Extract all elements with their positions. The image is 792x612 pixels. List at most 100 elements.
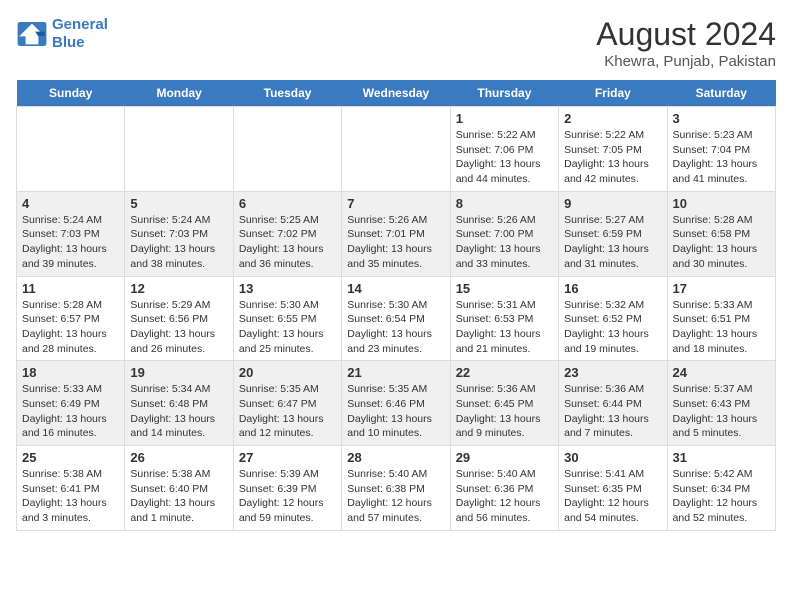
day-number: 30 <box>564 450 661 465</box>
day-info: Sunrise: 5:40 AM Sunset: 6:38 PM Dayligh… <box>347 467 444 526</box>
calendar-week-row: 1 Sunrise: 5:22 AM Sunset: 7:06 PM Daylig… <box>17 107 776 192</box>
day-info: Sunrise: 5:28 AM Sunset: 6:57 PM Dayligh… <box>22 298 119 357</box>
calendar-cell: 5 Sunrise: 5:24 AM Sunset: 7:03 PM Daylig… <box>125 191 233 276</box>
logo: General Blue <box>16 16 108 52</box>
calendar-cell: 27 Sunrise: 5:39 AM Sunset: 6:39 PM Dayli… <box>233 446 341 531</box>
day-info: Sunrise: 5:22 AM Sunset: 7:06 PM Dayligh… <box>456 128 553 187</box>
calendar-cell: 30Sunrise: 5:41 AM Sunset: 6:35 PM Dayli… <box>559 446 667 531</box>
logo-line2: Blue <box>52 34 108 52</box>
day-number: 9 <box>564 196 661 211</box>
day-info: Sunrise: 5:35 AM Sunset: 6:47 PM Dayligh… <box>239 382 336 441</box>
day-info: Sunrise: 5:26 AM Sunset: 7:00 PM Dayligh… <box>456 213 553 272</box>
day-number: 5 <box>130 196 227 211</box>
calendar-cell: 23 Sunrise: 5:36 AM Sunset: 6:44 PM Dayli… <box>559 361 667 446</box>
calendar-cell: 21Sunrise: 5:35 AM Sunset: 6:46 PM Dayli… <box>342 361 450 446</box>
calendar-cell: 24Sunrise: 5:37 AM Sunset: 6:43 PM Dayli… <box>667 361 775 446</box>
day-number: 27 <box>239 450 336 465</box>
day-info: Sunrise: 5:39 AM Sunset: 6:39 PM Dayligh… <box>239 467 336 526</box>
day-number: 26 <box>130 450 227 465</box>
day-info: Sunrise: 5:38 AM Sunset: 6:41 PM Dayligh… <box>22 467 119 526</box>
col-sunday: Sunday <box>17 80 125 107</box>
day-info: Sunrise: 5:24 AM Sunset: 7:03 PM Dayligh… <box>130 213 227 272</box>
day-info: Sunrise: 5:25 AM Sunset: 7:02 PM Dayligh… <box>239 213 336 272</box>
day-info: Sunrise: 5:27 AM Sunset: 6:59 PM Dayligh… <box>564 213 661 272</box>
day-info: Sunrise: 5:32 AM Sunset: 6:52 PM Dayligh… <box>564 298 661 357</box>
calendar-cell: 13 Sunrise: 5:30 AM Sunset: 6:55 PM Dayli… <box>233 276 341 361</box>
day-number: 15 <box>456 281 553 296</box>
day-number: 4 <box>22 196 119 211</box>
calendar-cell: 17Sunrise: 5:33 AM Sunset: 6:51 PM Dayli… <box>667 276 775 361</box>
col-friday: Friday <box>559 80 667 107</box>
calendar-header-row: Sunday Monday Tuesday Wednesday Thursday… <box>17 80 776 107</box>
logo-icon <box>16 20 48 48</box>
day-number: 14 <box>347 281 444 296</box>
day-number: 22 <box>456 365 553 380</box>
day-info: Sunrise: 5:36 AM Sunset: 6:45 PM Dayligh… <box>456 382 553 441</box>
day-number: 29 <box>456 450 553 465</box>
day-info: Sunrise: 5:30 AM Sunset: 6:55 PM Dayligh… <box>239 298 336 357</box>
calendar-cell: 2Sunrise: 5:22 AM Sunset: 7:05 PM Daylig… <box>559 107 667 192</box>
day-info: Sunrise: 5:42 AM Sunset: 6:34 PM Dayligh… <box>673 467 770 526</box>
calendar-cell: 15 Sunrise: 5:31 AM Sunset: 6:53 PM Dayli… <box>450 276 558 361</box>
day-number: 25 <box>22 450 119 465</box>
calendar-cell: 16 Sunrise: 5:32 AM Sunset: 6:52 PM Dayli… <box>559 276 667 361</box>
day-number: 3 <box>673 111 770 126</box>
calendar-cell: 31 Sunrise: 5:42 AM Sunset: 6:34 PM Dayli… <box>667 446 775 531</box>
main-title: August 2024 <box>596 16 776 53</box>
day-number: 7 <box>347 196 444 211</box>
calendar-cell: 7Sunrise: 5:26 AM Sunset: 7:01 PM Daylig… <box>342 191 450 276</box>
calendar-cell: 26Sunrise: 5:38 AM Sunset: 6:40 PM Dayli… <box>125 446 233 531</box>
day-number: 10 <box>673 196 770 211</box>
day-info: Sunrise: 5:33 AM Sunset: 6:49 PM Dayligh… <box>22 382 119 441</box>
day-info: Sunrise: 5:30 AM Sunset: 6:54 PM Dayligh… <box>347 298 444 357</box>
day-number: 13 <box>239 281 336 296</box>
day-number: 8 <box>456 196 553 211</box>
calendar-week-row: 18Sunrise: 5:33 AM Sunset: 6:49 PM Dayli… <box>17 361 776 446</box>
day-number: 17 <box>673 281 770 296</box>
calendar-cell: 14 Sunrise: 5:30 AM Sunset: 6:54 PM Dayli… <box>342 276 450 361</box>
day-number: 31 <box>673 450 770 465</box>
day-number: 21 <box>347 365 444 380</box>
day-info: Sunrise: 5:24 AM Sunset: 7:03 PM Dayligh… <box>22 213 119 272</box>
calendar-cell: 8 Sunrise: 5:26 AM Sunset: 7:00 PM Daylig… <box>450 191 558 276</box>
day-number: 6 <box>239 196 336 211</box>
calendar-week-row: 25 Sunrise: 5:38 AM Sunset: 6:41 PM Dayli… <box>17 446 776 531</box>
calendar-cell: 12 Sunrise: 5:29 AM Sunset: 6:56 PM Dayli… <box>125 276 233 361</box>
calendar-cell: 3 Sunrise: 5:23 AM Sunset: 7:04 PM Daylig… <box>667 107 775 192</box>
col-saturday: Saturday <box>667 80 775 107</box>
calendar-cell: 4 Sunrise: 5:24 AM Sunset: 7:03 PM Daylig… <box>17 191 125 276</box>
day-info: Sunrise: 5:40 AM Sunset: 6:36 PM Dayligh… <box>456 467 553 526</box>
calendar-cell: 22 Sunrise: 5:36 AM Sunset: 6:45 PM Dayli… <box>450 361 558 446</box>
calendar-cell <box>233 107 341 192</box>
day-info: Sunrise: 5:22 AM Sunset: 7:05 PM Dayligh… <box>564 128 661 187</box>
calendar-week-row: 11 Sunrise: 5:28 AM Sunset: 6:57 PM Dayli… <box>17 276 776 361</box>
logo-line1: General <box>52 16 108 34</box>
calendar-cell: 10Sunrise: 5:28 AM Sunset: 6:58 PM Dayli… <box>667 191 775 276</box>
calendar-week-row: 4 Sunrise: 5:24 AM Sunset: 7:03 PM Daylig… <box>17 191 776 276</box>
day-info: Sunrise: 5:34 AM Sunset: 6:48 PM Dayligh… <box>130 382 227 441</box>
day-number: 28 <box>347 450 444 465</box>
calendar-cell <box>125 107 233 192</box>
col-tuesday: Tuesday <box>233 80 341 107</box>
calendar-cell <box>342 107 450 192</box>
day-number: 1 <box>456 111 553 126</box>
calendar-cell: 29 Sunrise: 5:40 AM Sunset: 6:36 PM Dayli… <box>450 446 558 531</box>
day-number: 16 <box>564 281 661 296</box>
day-info: Sunrise: 5:36 AM Sunset: 6:44 PM Dayligh… <box>564 382 661 441</box>
day-info: Sunrise: 5:29 AM Sunset: 6:56 PM Dayligh… <box>130 298 227 357</box>
col-thursday: Thursday <box>450 80 558 107</box>
calendar-cell: 18Sunrise: 5:33 AM Sunset: 6:49 PM Dayli… <box>17 361 125 446</box>
day-number: 11 <box>22 281 119 296</box>
subtitle: Khewra, Punjab, Pakistan <box>596 53 776 70</box>
logo-text: General Blue <box>52 16 108 52</box>
calendar-cell: 11 Sunrise: 5:28 AM Sunset: 6:57 PM Dayli… <box>17 276 125 361</box>
day-number: 23 <box>564 365 661 380</box>
calendar-table: Sunday Monday Tuesday Wednesday Thursday… <box>16 80 776 531</box>
day-number: 24 <box>673 365 770 380</box>
day-info: Sunrise: 5:31 AM Sunset: 6:53 PM Dayligh… <box>456 298 553 357</box>
calendar-cell <box>17 107 125 192</box>
calendar-cell: 1 Sunrise: 5:22 AM Sunset: 7:06 PM Daylig… <box>450 107 558 192</box>
day-info: Sunrise: 5:23 AM Sunset: 7:04 PM Dayligh… <box>673 128 770 187</box>
calendar-cell: 25 Sunrise: 5:38 AM Sunset: 6:41 PM Dayli… <box>17 446 125 531</box>
day-number: 12 <box>130 281 227 296</box>
